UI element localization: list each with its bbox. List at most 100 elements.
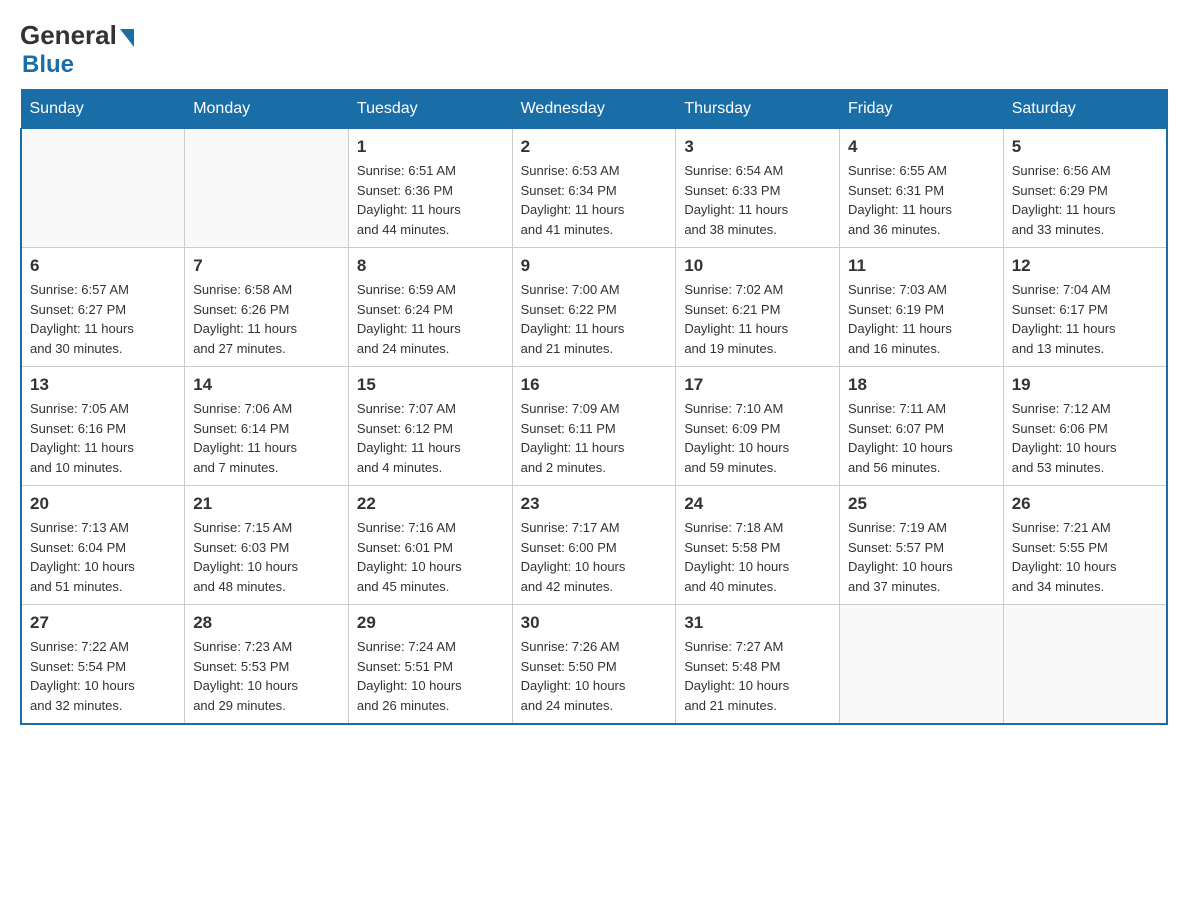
day-info: Sunrise: 7:09 AM Sunset: 6:11 PM Dayligh… [521,399,668,477]
day-info: Sunrise: 7:02 AM Sunset: 6:21 PM Dayligh… [684,280,831,358]
column-header-sunday: Sunday [21,90,185,129]
calendar-cell: 23 Sunrise: 7:17 AM Sunset: 6:00 PM Dayli… [512,486,676,605]
day-info: Sunrise: 7:26 AM Sunset: 5:50 PM Dayligh… [521,637,668,715]
logo-general-text: General [20,20,117,51]
day-number: 13 [30,375,176,395]
calendar-cell: 9 Sunrise: 7:00 AM Sunset: 6:22 PM Daylig… [512,248,676,367]
day-info: Sunrise: 6:56 AM Sunset: 6:29 PM Dayligh… [1012,161,1158,239]
calendar-cell: 15 Sunrise: 7:07 AM Sunset: 6:12 PM Dayli… [348,367,512,486]
calendar-cell: 20 Sunrise: 7:13 AM Sunset: 6:04 PM Dayli… [21,486,185,605]
column-header-saturday: Saturday [1003,90,1167,129]
day-info: Sunrise: 7:23 AM Sunset: 5:53 PM Dayligh… [193,637,340,715]
day-number: 19 [1012,375,1158,395]
day-number: 6 [30,256,176,276]
calendar-cell: 2Sunrise: 6:53 AM Sunset: 6:34 PM Daylig… [512,129,676,248]
day-info: Sunrise: 6:58 AM Sunset: 6:26 PM Dayligh… [193,280,340,358]
calendar-cell: 16 Sunrise: 7:09 AM Sunset: 6:11 PM Dayli… [512,367,676,486]
calendar-cell [1003,605,1167,725]
day-info: Sunrise: 7:07 AM Sunset: 6:12 PM Dayligh… [357,399,504,477]
day-number: 31 [684,613,831,633]
calendar-cell: 5 Sunrise: 6:56 AM Sunset: 6:29 PM Daylig… [1003,129,1167,248]
calendar-cell: 7 Sunrise: 6:58 AM Sunset: 6:26 PM Daylig… [185,248,349,367]
calendar-week-row: 13 Sunrise: 7:05 AM Sunset: 6:16 PM Dayli… [21,367,1167,486]
day-number: 9 [521,256,668,276]
day-number: 20 [30,494,176,514]
day-info: Sunrise: 7:17 AM Sunset: 6:00 PM Dayligh… [521,518,668,596]
day-number: 2 [521,137,668,157]
calendar-cell: 31Sunrise: 7:27 AM Sunset: 5:48 PM Dayli… [676,605,840,725]
day-info: Sunrise: 7:13 AM Sunset: 6:04 PM Dayligh… [30,518,176,596]
day-number: 1 [357,137,504,157]
day-number: 27 [30,613,176,633]
day-number: 23 [521,494,668,514]
day-number: 21 [193,494,340,514]
day-number: 14 [193,375,340,395]
calendar-cell [21,129,185,248]
calendar-cell: 12 Sunrise: 7:04 AM Sunset: 6:17 PM Dayli… [1003,248,1167,367]
day-info: Sunrise: 7:04 AM Sunset: 6:17 PM Dayligh… [1012,280,1158,358]
day-info: Sunrise: 7:03 AM Sunset: 6:19 PM Dayligh… [848,280,995,358]
calendar-cell: 4 Sunrise: 6:55 AM Sunset: 6:31 PM Daylig… [840,129,1004,248]
calendar-week-row: 20 Sunrise: 7:13 AM Sunset: 6:04 PM Dayli… [21,486,1167,605]
calendar-week-row: 1Sunrise: 6:51 AM Sunset: 6:36 PM Daylig… [21,129,1167,248]
day-number: 29 [357,613,504,633]
day-info: Sunrise: 7:19 AM Sunset: 5:57 PM Dayligh… [848,518,995,596]
column-header-thursday: Thursday [676,90,840,129]
logo: General Blue [20,20,134,79]
day-info: Sunrise: 7:00 AM Sunset: 6:22 PM Dayligh… [521,280,668,358]
column-header-monday: Monday [185,90,349,129]
calendar-cell: 8 Sunrise: 6:59 AM Sunset: 6:24 PM Daylig… [348,248,512,367]
day-number: 26 [1012,494,1158,514]
day-number: 4 [848,137,995,157]
calendar-cell: 10 Sunrise: 7:02 AM Sunset: 6:21 PM Dayli… [676,248,840,367]
calendar-cell: 17 Sunrise: 7:10 AM Sunset: 6:09 PM Dayli… [676,367,840,486]
day-number: 18 [848,375,995,395]
calendar-cell: 21 Sunrise: 7:15 AM Sunset: 6:03 PM Dayli… [185,486,349,605]
day-number: 12 [1012,256,1158,276]
day-info: Sunrise: 7:16 AM Sunset: 6:01 PM Dayligh… [357,518,504,596]
day-number: 15 [357,375,504,395]
calendar-table: SundayMondayTuesdayWednesdayThursdayFrid… [20,89,1168,725]
calendar-cell: 1Sunrise: 6:51 AM Sunset: 6:36 PM Daylig… [348,129,512,248]
calendar-cell [840,605,1004,725]
day-info: Sunrise: 6:54 AM Sunset: 6:33 PM Dayligh… [684,161,831,239]
day-number: 28 [193,613,340,633]
day-info: Sunrise: 7:05 AM Sunset: 6:16 PM Dayligh… [30,399,176,477]
day-info: Sunrise: 7:15 AM Sunset: 6:03 PM Dayligh… [193,518,340,596]
day-number: 17 [684,375,831,395]
day-info: Sunrise: 6:55 AM Sunset: 6:31 PM Dayligh… [848,161,995,239]
calendar-week-row: 6Sunrise: 6:57 AM Sunset: 6:27 PM Daylig… [21,248,1167,367]
day-number: 30 [521,613,668,633]
column-header-wednesday: Wednesday [512,90,676,129]
calendar-cell: 24 Sunrise: 7:18 AM Sunset: 5:58 PM Dayli… [676,486,840,605]
calendar-cell: 27 Sunrise: 7:22 AM Sunset: 5:54 PM Dayli… [21,605,185,725]
day-number: 7 [193,256,340,276]
day-number: 10 [684,256,831,276]
day-number: 5 [1012,137,1158,157]
calendar-header-row: SundayMondayTuesdayWednesdayThursdayFrid… [21,90,1167,129]
calendar-cell: 29 Sunrise: 7:24 AM Sunset: 5:51 PM Dayli… [348,605,512,725]
day-info: Sunrise: 7:18 AM Sunset: 5:58 PM Dayligh… [684,518,831,596]
logo-blue-text: Blue [22,51,74,79]
calendar-cell: 11Sunrise: 7:03 AM Sunset: 6:19 PM Dayli… [840,248,1004,367]
day-info: Sunrise: 7:10 AM Sunset: 6:09 PM Dayligh… [684,399,831,477]
calendar-week-row: 27 Sunrise: 7:22 AM Sunset: 5:54 PM Dayli… [21,605,1167,725]
calendar-cell: 13 Sunrise: 7:05 AM Sunset: 6:16 PM Dayli… [21,367,185,486]
day-number: 22 [357,494,504,514]
day-number: 8 [357,256,504,276]
day-info: Sunrise: 6:59 AM Sunset: 6:24 PM Dayligh… [357,280,504,358]
day-info: Sunrise: 7:06 AM Sunset: 6:14 PM Dayligh… [193,399,340,477]
day-number: 3 [684,137,831,157]
calendar-cell: 22 Sunrise: 7:16 AM Sunset: 6:01 PM Dayli… [348,486,512,605]
column-header-tuesday: Tuesday [348,90,512,129]
calendar-cell: 6Sunrise: 6:57 AM Sunset: 6:27 PM Daylig… [21,248,185,367]
day-number: 24 [684,494,831,514]
day-info: Sunrise: 7:21 AM Sunset: 5:55 PM Dayligh… [1012,518,1158,596]
calendar-cell: 19Sunrise: 7:12 AM Sunset: 6:06 PM Dayli… [1003,367,1167,486]
day-info: Sunrise: 7:24 AM Sunset: 5:51 PM Dayligh… [357,637,504,715]
day-info: Sunrise: 7:22 AM Sunset: 5:54 PM Dayligh… [30,637,176,715]
calendar-cell: 3 Sunrise: 6:54 AM Sunset: 6:33 PM Daylig… [676,129,840,248]
calendar-cell [185,129,349,248]
day-number: 16 [521,375,668,395]
column-header-friday: Friday [840,90,1004,129]
